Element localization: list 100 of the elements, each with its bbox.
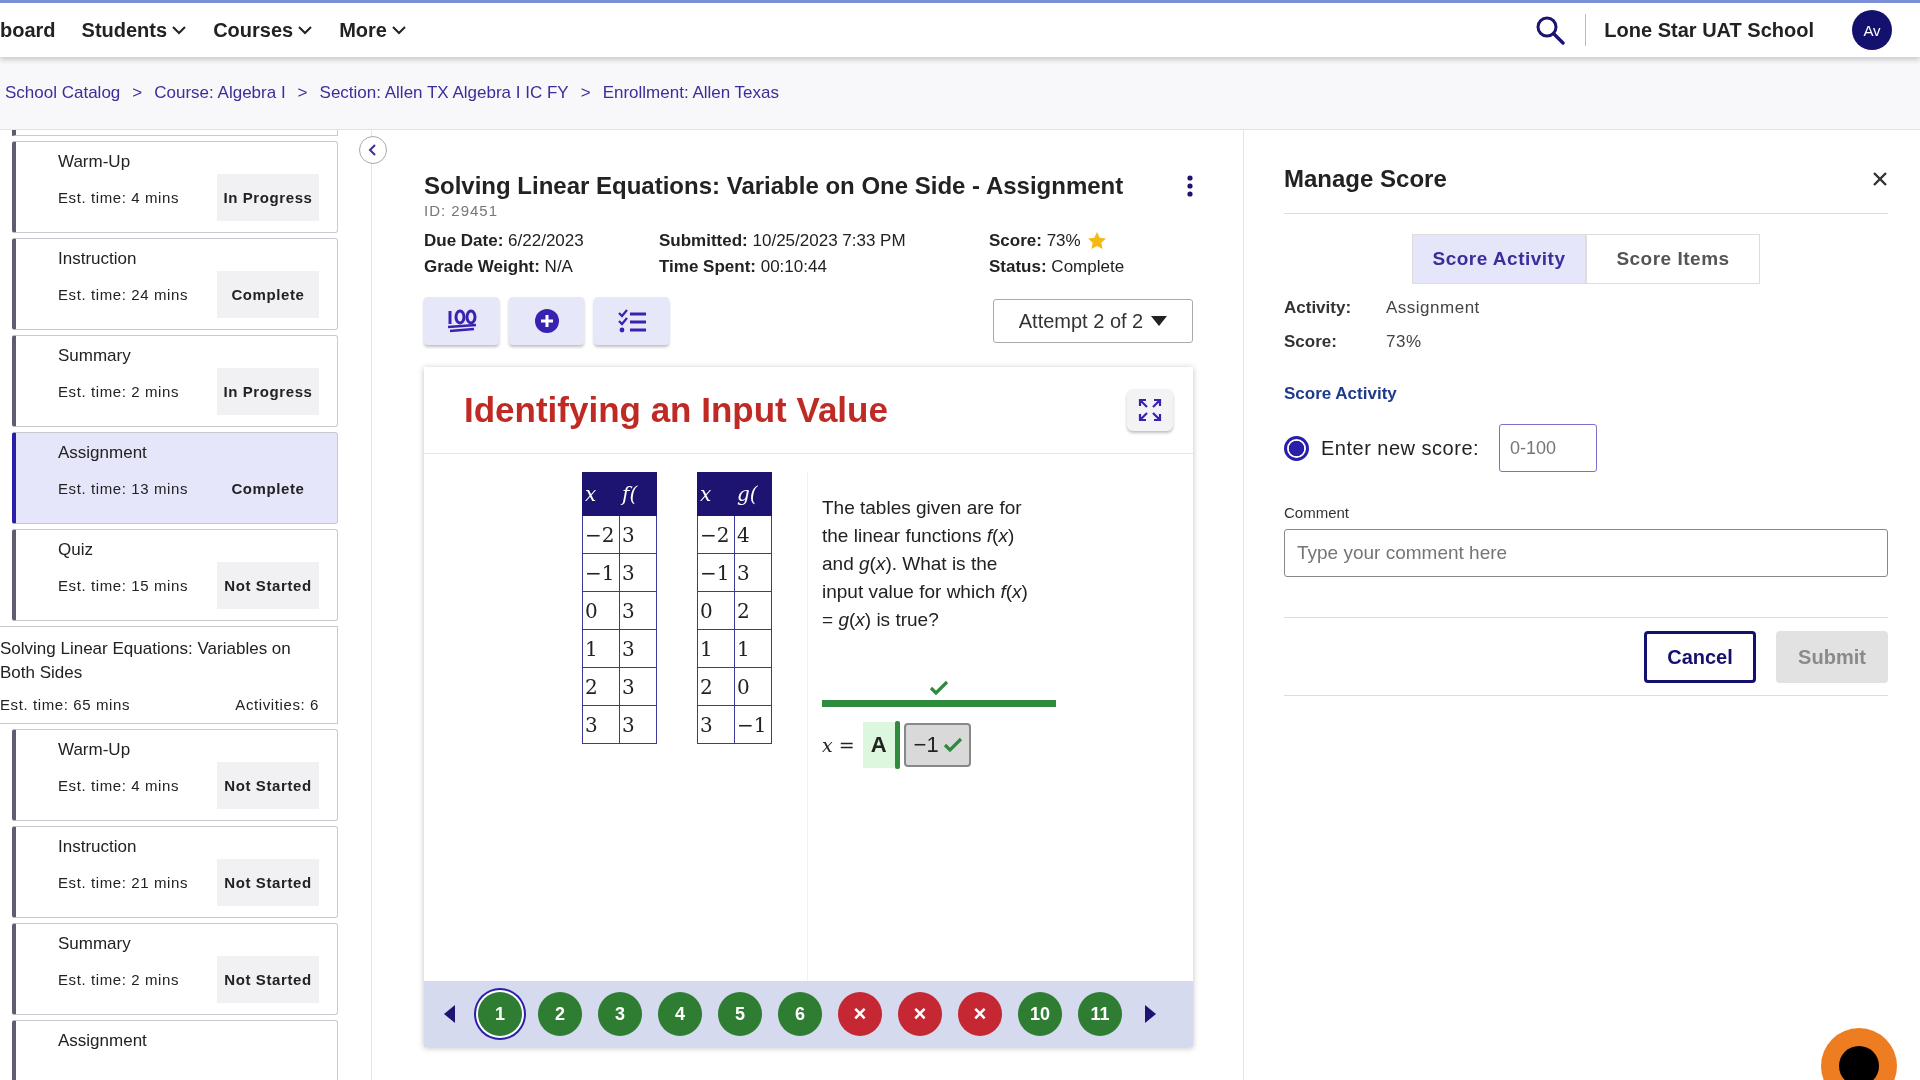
equation-label: x = <box>822 734 855 756</box>
section-card[interactable]: Solving Linear Equations: Variables on Both Sides Est. time: 65 mins Activities: 6 <box>0 626 338 724</box>
status-badge: Complete <box>217 271 319 318</box>
table-cell: 0 <box>734 667 772 706</box>
section-title: Solving Linear Equations: Variables on Both Sides <box>0 638 292 684</box>
table-cell: −2 <box>582 515 620 554</box>
action-button[interactable]: Cancel <box>1644 631 1756 683</box>
info-text: Due Date: 6/22/2023 <box>424 231 584 251</box>
nav-menu[interactable]: board <box>0 18 56 42</box>
toolbar-button[interactable] <box>509 297 584 345</box>
next-arrow-icon[interactable] <box>1144 1005 1156 1023</box>
activity-title: Summary <box>58 934 132 954</box>
nav-menu[interactable]: More <box>339 18 407 42</box>
activity-title: Assignment <box>58 443 148 463</box>
attempt-dropdown[interactable]: Attempt 2 of 2 <box>993 299 1193 343</box>
activity-card[interactable]: Instruction Est. time: 24 mins Complete <box>12 238 338 330</box>
section-heading: Score Activity <box>1284 384 1398 404</box>
checkmark-icon <box>929 680 949 696</box>
status-badge: Not Started <box>217 956 319 1003</box>
activity-card[interactable]: Assignment <box>12 1020 338 1080</box>
close-icon[interactable] <box>1872 171 1888 187</box>
tab[interactable]: Score Activity <box>1412 234 1586 284</box>
score-input[interactable]: 0-100 <box>1499 424 1598 472</box>
info-text: Submitted: 10/25/2023 7:33 PM <box>659 231 906 251</box>
detail-label: Score: <box>1284 332 1338 352</box>
breadcrumb-link[interactable]: School Catalog <box>5 83 121 103</box>
search-icon[interactable] <box>1535 15 1566 45</box>
table-header: x <box>582 472 620 516</box>
table-cell: −1 <box>697 553 735 592</box>
field-label: Comment <box>1284 504 1351 521</box>
answer-box: −1 <box>903 723 971 767</box>
question-number[interactable]: 2 <box>538 992 582 1036</box>
status-badge: Not Started <box>217 762 319 809</box>
question-number[interactable]: 3 <box>598 992 642 1036</box>
table-cell: 3 <box>619 515 657 554</box>
radio-label: Enter new score: <box>1321 436 1480 460</box>
comment-field[interactable]: Type your comment here <box>1284 529 1888 577</box>
info-text: Status: Complete <box>989 257 1125 277</box>
status-badge: In Progress <box>217 174 319 221</box>
question-number[interactable]: × <box>898 992 942 1036</box>
activity-card[interactable]: Summary Est. time: 2 mins Not Started <box>12 923 338 1015</box>
activity-title: Assignment <box>58 1031 148 1051</box>
breadcrumb-separator: > <box>297 83 308 103</box>
table-cell: 1 <box>734 629 772 668</box>
assignment-title: Solving Linear Equations: Variable on One Side - Assignment <box>424 172 1124 200</box>
toolbar-button[interactable] <box>594 297 669 345</box>
question-number[interactable]: 11 <box>1078 992 1122 1036</box>
assignment-id: ID: 29451 <box>424 202 500 219</box>
question-text: The tables given are for the linear functions f(x) and g(x). What is the input value for which f(x) = g(x) is true? <box>822 496 1029 632</box>
table-header: f( <box>619 472 657 516</box>
question-number[interactable]: × <box>838 992 882 1036</box>
radio-button[interactable] <box>1284 435 1309 461</box>
table-cell: 1 <box>697 629 735 668</box>
table-cell: 3 <box>734 553 772 592</box>
activity-card[interactable]: Warm-Up Est. time: 4 mins Not Started <box>12 729 338 821</box>
status-badge: In Progress <box>217 368 319 415</box>
estimated-time: Est. time: 13 mins <box>58 480 188 497</box>
answer-choice: A <box>862 722 895 768</box>
estimated-time: Est. time: 4 mins <box>58 777 180 794</box>
info-text: Score: 73% <box>989 231 1081 251</box>
table-cell: 0 <box>582 591 620 630</box>
activity-title: Instruction <box>58 249 138 269</box>
previous-arrow-icon[interactable] <box>444 1005 456 1023</box>
question-number[interactable]: × <box>958 992 1002 1036</box>
activity-title: Quiz <box>58 540 94 560</box>
breadcrumb-link[interactable]: Course: Algebra I <box>154 83 286 103</box>
nav-menu[interactable]: Courses <box>213 18 314 42</box>
status-badge: Not Started <box>217 859 319 906</box>
activity-card[interactable]: Summary Est. time: 2 mins In Progress <box>12 335 338 427</box>
collapse-button[interactable] <box>359 136 387 164</box>
activity-card[interactable]: Quiz Est. time: 15 mins Not Started <box>12 529 338 621</box>
detail-value: Assignment <box>1386 298 1480 318</box>
table-cell: −1 <box>582 553 620 592</box>
table-cell: 0 <box>697 591 735 630</box>
breadcrumb-separator: > <box>132 83 143 103</box>
tab[interactable]: Score Items <box>1586 234 1760 284</box>
more-vertical-icon[interactable] <box>1187 175 1193 197</box>
info-text: Time Spent: 00:10:44 <box>659 257 827 277</box>
activity-count: Activities: 6 <box>235 696 319 713</box>
question-number[interactable]: 10 <box>1018 992 1062 1036</box>
checklist-icon <box>615 307 648 335</box>
breadcrumb-link[interactable]: Section: Allen TX Algebra I IC FY <box>319 83 569 103</box>
table-cell: 2 <box>582 667 620 706</box>
estimated-time: Est. time: 21 mins <box>58 874 188 891</box>
breadcrumb-link[interactable]: Enrollment: Allen Texas <box>602 83 780 103</box>
question-number[interactable]: 6 <box>778 992 822 1036</box>
estimated-time: Est. time: 4 mins <box>58 189 180 206</box>
avatar[interactable]: Av <box>1852 10 1892 50</box>
activity-card[interactable]: Assignment Est. time: 13 mins Complete <box>12 432 338 524</box>
question-number[interactable]: 4 <box>658 992 702 1036</box>
nav-menu[interactable]: Students <box>81 18 188 42</box>
expand-button[interactable] <box>1127 389 1173 431</box>
table-cell: 3 <box>619 629 657 668</box>
activity-card[interactable]: Instruction Est. time: 21 mins Not Started <box>12 826 338 918</box>
table-cell: 3 <box>582 705 620 744</box>
activity-card[interactable]: Warm-Up Est. time: 4 mins In Progress <box>12 141 338 233</box>
toolbar-button[interactable] <box>424 297 499 345</box>
question-number[interactable]: 5 <box>718 992 762 1036</box>
table-cell: −2 <box>697 515 735 554</box>
question-number[interactable]: 1 <box>478 992 522 1036</box>
